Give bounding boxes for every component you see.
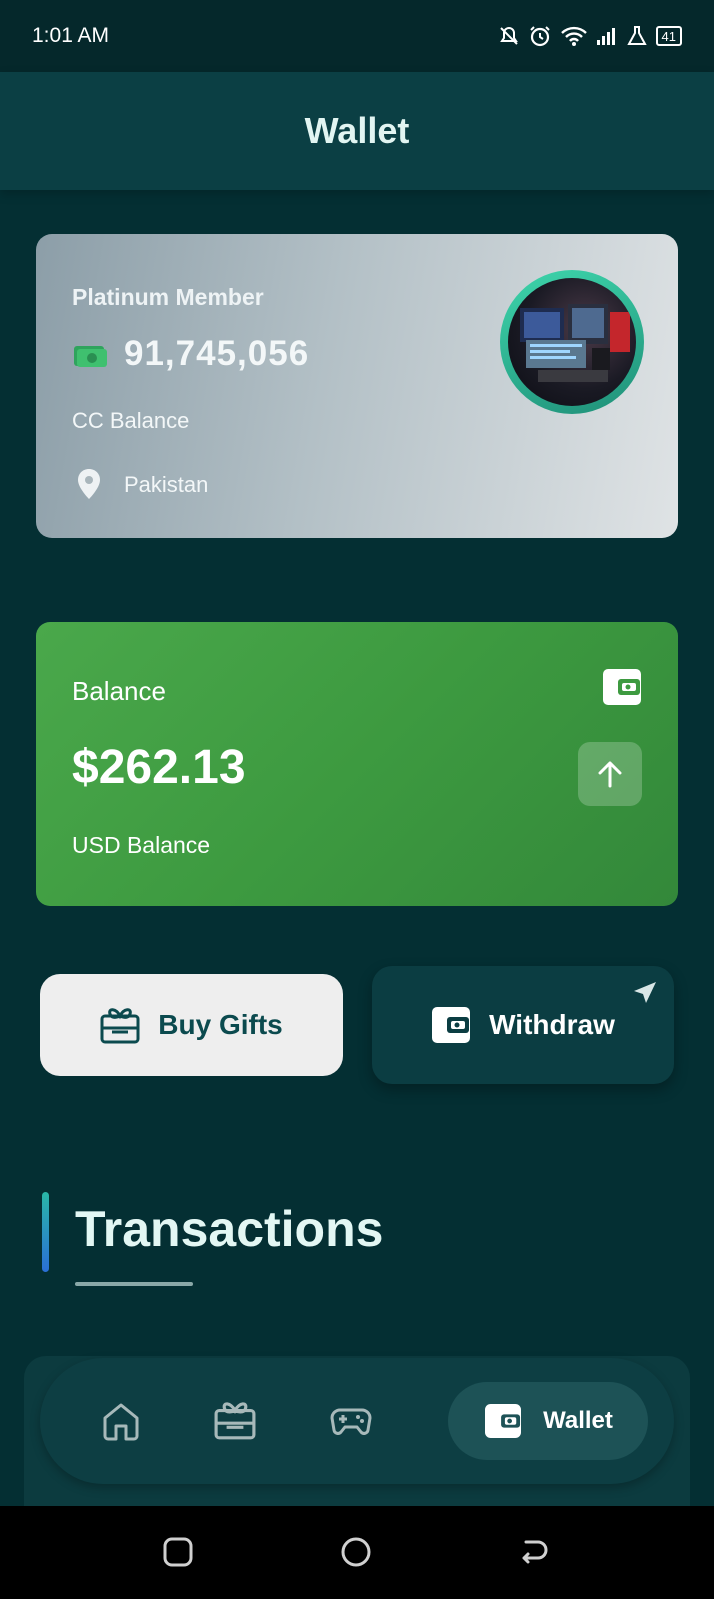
cc-balance-label: CC Balance	[72, 408, 190, 433]
signal-icon	[596, 28, 615, 45]
location-pin-icon	[78, 469, 100, 499]
status-bar: 1:01 AM 41	[0, 0, 714, 72]
buy-gifts-label: Buy Gifts	[158, 1009, 283, 1040]
gift-icon	[214, 1402, 256, 1440]
gift-icon	[100, 1008, 140, 1044]
nav-games[interactable]	[330, 1400, 372, 1445]
member-tier: Platinum Member	[72, 284, 264, 310]
wallet-icon	[485, 1403, 522, 1439]
section-underline	[75, 1282, 193, 1286]
nav-wallet[interactable]: Wallet	[448, 1382, 648, 1460]
usd-balance-label: USD Balance	[72, 832, 211, 858]
withdraw-button[interactable]: Withdraw	[372, 966, 674, 1084]
bottom-nav-container: Wallet	[24, 1356, 690, 1506]
home-circle-icon[interactable]	[340, 1536, 372, 1568]
bell-off-icon	[499, 26, 518, 45]
arrow-up-icon	[598, 761, 622, 788]
member-card: Platinum Member 91,745,056 CC Balance Pa…	[36, 234, 678, 538]
gamepad-icon	[330, 1408, 372, 1435]
recent-apps-icon[interactable]	[162, 1536, 194, 1568]
avatar-image	[508, 278, 636, 406]
nav-wallet-label: Wallet	[543, 1407, 613, 1434]
wifi-icon	[560, 26, 587, 46]
wallet-icon	[603, 669, 641, 705]
bottom-nav: Wallet	[40, 1358, 674, 1484]
status-icons: 41	[498, 24, 682, 48]
status-time: 1:01 AM	[32, 24, 110, 47]
section-accent-bar	[42, 1192, 49, 1272]
app-header: Wallet	[0, 72, 714, 190]
nav-gifts[interactable]	[214, 1400, 256, 1445]
home-icon	[103, 1403, 139, 1441]
cash-icon	[74, 346, 107, 367]
balance-label: Balance	[72, 676, 166, 706]
avatar[interactable]	[500, 270, 644, 414]
withdraw-label: Withdraw	[489, 1009, 615, 1040]
page-title: Wallet	[304, 110, 410, 151]
cc-balance-amount: 91,745,056	[124, 334, 310, 373]
battery-level: 41	[661, 28, 676, 44]
buy-gifts-button[interactable]: Buy Gifts	[40, 974, 343, 1076]
system-nav-bar	[0, 1506, 714, 1599]
battery-indicator: 41	[655, 26, 682, 46]
wallet-icon	[432, 1007, 471, 1043]
balance-amount: $262.13	[72, 741, 246, 794]
balance-card: Balance $262.13 USD Balance	[36, 622, 678, 906]
transfer-up-button[interactable]	[578, 742, 642, 806]
back-icon[interactable]	[518, 1536, 550, 1568]
flask-icon	[626, 26, 647, 45]
nav-home[interactable]	[100, 1400, 142, 1447]
send-icon	[634, 982, 656, 1003]
location-text: Pakistan	[124, 472, 209, 497]
transactions-title: Transactions	[75, 1201, 384, 1257]
alarm-icon	[529, 26, 550, 47]
